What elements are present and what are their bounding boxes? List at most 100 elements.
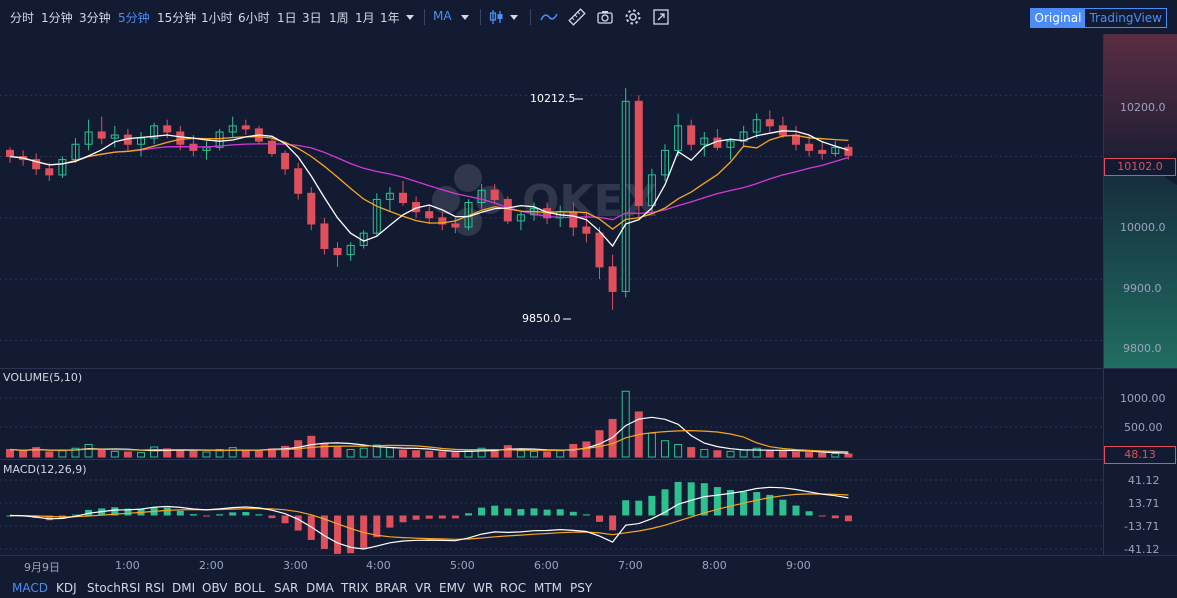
original-mode-button[interactable]: Original <box>1030 9 1086 27</box>
volume-bar <box>687 447 696 458</box>
interval-4[interactable]: 5分钟 <box>118 9 150 26</box>
indicator-tab-vr[interactable]: VR <box>415 581 432 595</box>
volume-bar <box>516 450 525 458</box>
interval-6[interactable]: 1小时 <box>201 9 233 26</box>
settings-gear-icon[interactable] <box>624 8 642 26</box>
candle-body <box>6 149 14 158</box>
candle-body <box>425 211 434 219</box>
candle-type-caret-icon[interactable] <box>510 15 518 20</box>
macd-tick: -41.12 <box>1124 543 1160 556</box>
indicator-tab-mtm[interactable]: MTM <box>534 581 562 595</box>
toolbar-divider <box>530 9 531 25</box>
tradingview-mode-button[interactable]: TradingView <box>1085 9 1166 27</box>
volume-pane-label: VOLUME(5,10) <box>3 371 83 384</box>
candle-body <box>844 146 853 156</box>
candles-layer <box>6 87 853 310</box>
macd-tick: 13.71 <box>1128 497 1160 510</box>
macd-histogram-bar <box>229 512 237 516</box>
volume-bar <box>425 450 434 458</box>
volume-bar <box>45 451 54 458</box>
interval-8[interactable]: 1日 <box>277 9 297 26</box>
interval-11[interactable]: 1月 <box>355 9 375 26</box>
volume-bar <box>6 448 14 458</box>
macd-tick: -13.71 <box>1124 520 1160 533</box>
indicator-tab-psy[interactable]: PSY <box>570 581 592 595</box>
indicator-caret-icon[interactable] <box>461 15 469 20</box>
camera-icon[interactable] <box>596 8 614 26</box>
volume-bar <box>150 446 159 458</box>
volume-bar <box>189 450 198 458</box>
volume-bar <box>792 451 800 458</box>
volume-bar <box>674 443 683 458</box>
indicator-tab-trix[interactable]: TRIX <box>341 581 368 595</box>
candle-type-icon[interactable] <box>488 8 506 26</box>
time-label: 5:00 <box>450 559 475 572</box>
indicator-tab-dmi[interactable]: DMI <box>172 581 195 595</box>
candle-body <box>765 119 774 127</box>
candle-body <box>595 232 604 268</box>
macd-histogram-bar <box>373 515 381 538</box>
chart-canvas[interactable]: OKEX <box>0 34 1177 578</box>
volume-bar <box>359 447 368 458</box>
interval-10[interactable]: 1周 <box>329 9 349 26</box>
current-volume-tag: 48.13 <box>1104 446 1176 464</box>
indicator-tab-boll[interactable]: BOLL <box>234 581 265 595</box>
macd-histogram-bar <box>386 515 394 528</box>
ruler-icon[interactable] <box>568 8 586 26</box>
macd-histogram-bar <box>216 514 224 516</box>
volume-bar <box>58 450 67 458</box>
indicator-tab-obv[interactable]: OBV <box>202 581 228 595</box>
macd-histogram-bar <box>517 509 525 516</box>
interval-12[interactable]: 1年 <box>380 9 400 26</box>
indicator-tab-rsi[interactable]: RSI <box>145 581 165 595</box>
indicator-tab-sar[interactable]: SAR <box>274 581 298 595</box>
okex-watermark-logo: OKEX <box>432 164 658 236</box>
volume-bar <box>176 450 185 458</box>
volume-bar <box>700 448 709 458</box>
volume-bar <box>241 449 250 458</box>
time-label: 4:00 <box>366 559 391 572</box>
candle-body <box>818 149 827 154</box>
fullscreen-icon[interactable] <box>652 8 670 26</box>
interval-2[interactable]: 1分钟 <box>41 9 73 26</box>
indicator-select[interactable]: MA <box>433 9 452 23</box>
interval-3[interactable]: 3分钟 <box>79 9 111 26</box>
candle-body <box>294 168 303 194</box>
indicator-tab-macd[interactable]: MACD <box>12 581 48 595</box>
volume-bar <box>385 447 394 458</box>
time-label: 8:00 <box>702 559 727 572</box>
volume-tick: 1000.00 <box>1120 392 1166 405</box>
candle-body <box>569 211 578 228</box>
line-tool-icon[interactable] <box>540 8 558 26</box>
indicator-tab-emv[interactable]: EMV <box>439 581 465 595</box>
macd-histogram-bar <box>255 514 263 516</box>
macd-histogram-bar <box>805 511 813 516</box>
indicator-tab-stochrsi[interactable]: StochRSI <box>87 581 140 595</box>
indicator-tab-kdj[interactable]: KDJ <box>56 581 77 595</box>
price-tick: 9800.0 <box>1123 342 1162 355</box>
interval-7[interactable]: 6小时 <box>238 9 270 26</box>
macd-histogram-bar <box>700 483 708 516</box>
interval-9[interactable]: 3日 <box>302 9 322 26</box>
volume-ma-lines-layer <box>9 416 849 454</box>
indicator-tab-brar[interactable]: BRAR <box>375 581 408 595</box>
macd-histogram-bar <box>504 508 512 516</box>
indicator-tab-dma[interactable]: DMA <box>306 581 334 595</box>
macd-histogram-bar <box>465 513 472 516</box>
chart-mode-toggle: Original TradingView <box>1029 8 1167 28</box>
macd-histogram-bar <box>268 515 276 519</box>
candle-body <box>399 192 407 203</box>
more-intervals-caret-icon[interactable] <box>406 15 414 20</box>
interval-1[interactable]: 分时 <box>10 9 34 26</box>
price-tick: 10200.0 <box>1120 101 1166 114</box>
price-tick: 9900.0 <box>1123 282 1162 295</box>
macd-histogram-bar <box>556 509 564 516</box>
candle-body <box>490 189 499 200</box>
volume-bar <box>110 450 119 458</box>
interval-5[interactable]: 15分钟 <box>157 9 196 26</box>
indicator-tab-wr[interactable]: WR <box>473 581 493 595</box>
toolbar-divider <box>480 9 481 25</box>
candle-body <box>503 198 512 222</box>
indicator-tabs: MACD KDJ StochRSI RSI DMI OBV BOLL SAR D… <box>0 578 1177 598</box>
indicator-tab-roc[interactable]: ROC <box>500 581 526 595</box>
